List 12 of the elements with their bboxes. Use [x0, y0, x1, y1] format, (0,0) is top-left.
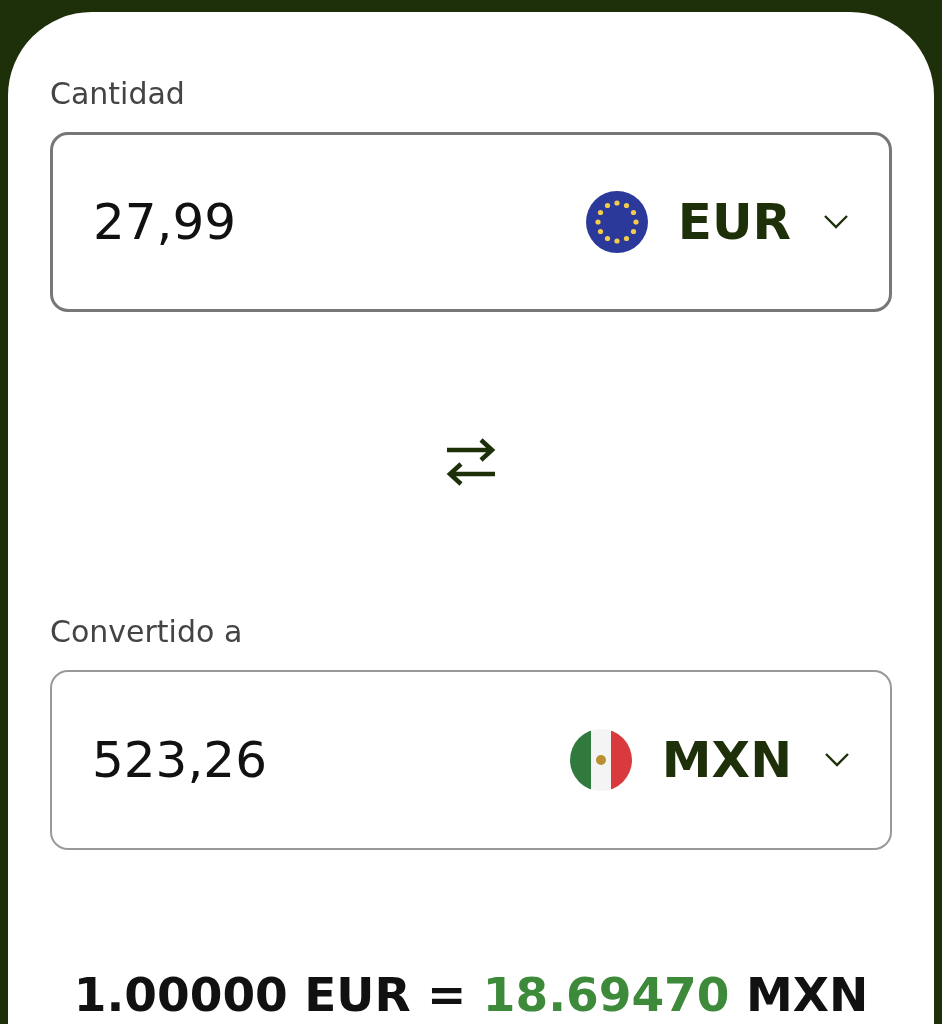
- amount-field[interactable]: 523,26 MXN: [50, 670, 892, 850]
- currency-selector[interactable]: EUR: [585, 184, 849, 260]
- exchange-rate-text: 1.00000 EUR = 18.69470 MXN: [72, 966, 870, 1024]
- chevron-down-icon: [824, 752, 850, 768]
- field-label: Cantidad: [50, 75, 186, 113]
- flag-icon: [585, 191, 648, 253]
- field-label: Convertido a: [50, 613, 244, 651]
- currency-selector[interactable]: MXN: [569, 722, 850, 798]
- chevron-down-icon: [823, 214, 849, 230]
- amount-field[interactable]: 27,99 EUR: [50, 132, 892, 312]
- swap-button[interactable]: [445, 436, 497, 488]
- flag-icon: [569, 729, 632, 791]
